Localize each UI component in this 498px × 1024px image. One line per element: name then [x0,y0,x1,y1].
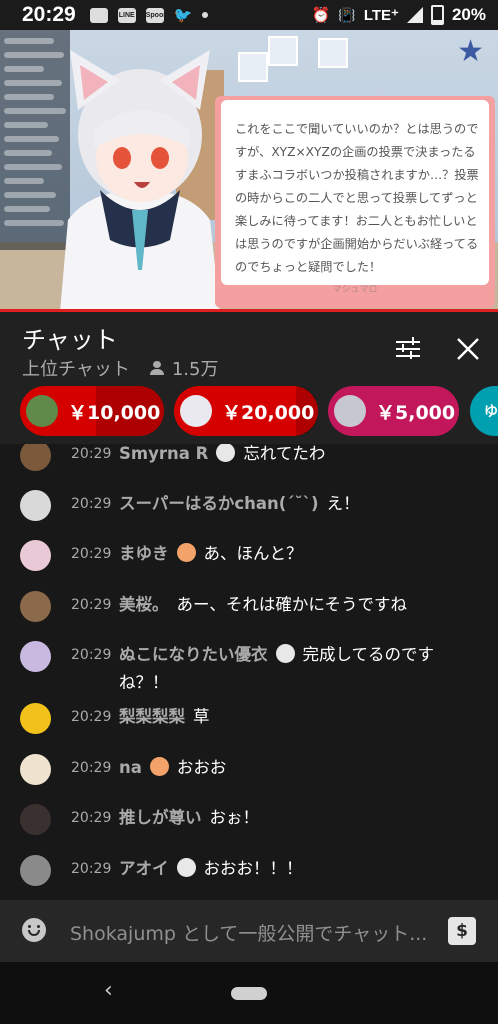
chat-title: チャット [22,326,118,354]
message-text: え！ [326,494,360,513]
message-time: 20:29 [71,861,112,877]
super-chat-chip[interactable]: ￥10,000 [20,386,164,436]
close-icon[interactable] [453,334,483,364]
star-icon: ★ [457,34,484,69]
network-label: LTE⁺ [363,7,399,24]
marshmallow-label: マシュマロ [332,285,378,295]
message-text: 草 [193,707,210,726]
super-chat-amount: ￥20,000 [222,401,315,424]
wall-frame [318,38,348,68]
question-text: これをここで聞いていいのか？とは思うのですが、XYZ×XYZの企画の投票で決まっ… [221,100,489,285]
marshmallow-question-card: これをここで聞いていいのか？とは思うのですが、XYZ×XYZの企画の投票で決まっ… [215,96,495,308]
author-name[interactable]: スーパーはるかchan(ˊ˘ˋ) [119,494,319,513]
tune-icon[interactable] [394,334,424,364]
author-name[interactable]: アオイ [119,859,169,878]
back-icon[interactable]: ‹ [104,978,113,1003]
super-chat-chip[interactable]: ￥5,000 [328,386,459,436]
avatar [20,540,51,571]
super-chat-amount: ￥5,000 [376,401,456,424]
member-badge-icon [149,757,169,776]
member-badge-icon [216,444,236,462]
message-text: おおお！！！ [203,859,303,878]
vtuber-avatar [60,50,220,312]
photo-icon [89,7,108,23]
member-badge-icon [176,858,196,877]
author-name[interactable]: まゆき [119,544,169,563]
message-time: 20:29 [71,810,112,826]
avatar [20,754,51,785]
avatar [20,490,51,521]
message-time: 20:29 [71,647,112,663]
twitter-icon: 🐦 [173,7,193,24]
member-badge-icon [176,543,196,562]
super-chat-amount: ゆ [484,404,498,420]
avatar [26,395,58,427]
battery-level: 20% [451,5,486,24]
message-text: 忘れてたわ [243,444,326,463]
super-chat-chip[interactable]: ゆ [470,386,498,436]
message-text: おぉ！ [209,808,260,827]
alarm-icon: ⏰ [311,7,331,24]
member-badge-icon [275,644,295,663]
signal-icon [406,7,423,23]
avatar [20,591,51,622]
message-time: 20:29 [71,760,112,776]
chat-mode-label: 上位チャット [22,359,130,380]
battery-icon [430,5,444,25]
clock: 20:29 [22,3,76,26]
emoji-icon[interactable] [22,918,46,942]
dot-icon [202,12,209,18]
spoon-app-icon: Spoon [145,7,168,23]
author-name[interactable]: Smyrna R [119,444,208,463]
author-name[interactable]: na [119,758,142,777]
wall-frame [268,36,298,66]
wall-frame [238,52,268,82]
message-time: 20:29 [71,709,112,725]
author-name[interactable]: 美桜。 [119,595,169,614]
avatar [20,444,51,471]
message-text: あ、ほんと？ [203,544,303,563]
avatar [20,855,51,886]
viewer-count: 1.5万 [171,359,219,380]
vibrate-icon: 📳 [338,6,356,23]
video-player[interactable]: ★ これをここで聞いていいのか？とは思うのですが、XYZ×XYZの企画の投票で決… [0,30,498,312]
avatar [20,703,51,734]
super-chat-amount: ￥10,000 [68,401,161,424]
message-text: おおお [176,758,227,777]
super-chat-ticker: ￥10,000 ￥20,000 ￥5,000 ゆ [0,386,498,436]
message-time: 20:29 [71,546,112,562]
home-pill[interactable] [231,987,267,1000]
super-chat-icon[interactable]: $ [448,917,476,945]
message-text: あー、それは確かにそうですね [176,595,408,614]
avatar [20,641,51,672]
super-chat-chip[interactable]: ￥20,000 [174,386,318,436]
avatar [20,804,51,835]
line-app-icon: LINE [117,7,136,23]
status-bar: 20:29 LINE Spoon 🐦 ⏰ 📳 LTE⁺ 20% [0,0,498,30]
author-name[interactable]: 推しが尊い [119,808,202,827]
avatar [180,395,212,427]
author-name[interactable]: 梨梨梨梨 [119,707,185,726]
avatar [334,395,366,427]
message-time: 20:29 [71,597,112,613]
viewers-icon [149,361,164,375]
chat-input[interactable]: Shokajump として一般公開でチャット... [70,919,427,946]
chat-mode-selector[interactable]: 上位チャット 1.5万 [22,355,218,381]
author-name[interactable]: ぬこになりたい優衣 [119,645,268,664]
message-time: 20:29 [71,446,112,462]
message-time: 20:29 [71,496,112,512]
chat-message-list[interactable]: 20:29 Smyrna R 忘れてたわ 20:29 スーパーはるかchan(ˊ˘… [0,444,498,900]
